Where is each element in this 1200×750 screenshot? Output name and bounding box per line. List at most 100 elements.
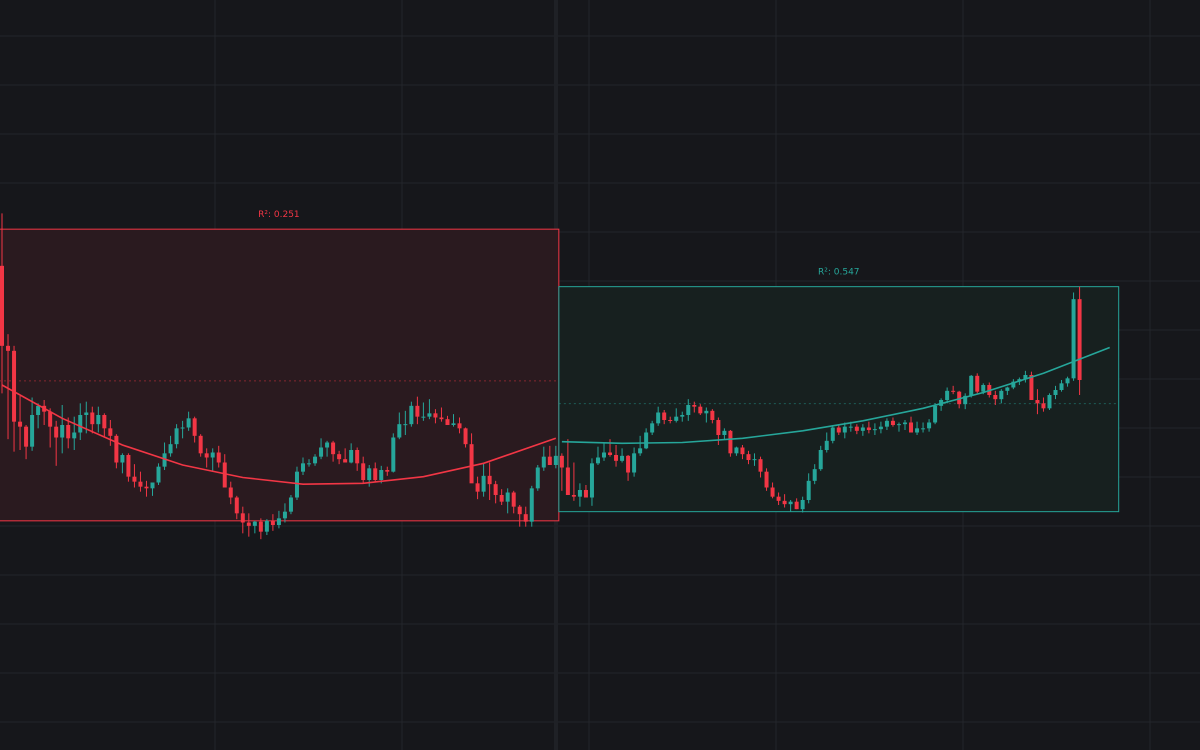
candle-body: [764, 471, 769, 488]
candle-body: [379, 470, 384, 480]
candle-body: [138, 481, 143, 487]
candle-body: [427, 413, 432, 417]
candle-body: [1005, 387, 1010, 391]
candle-body: [1041, 403, 1046, 409]
candle-body: [1053, 390, 1058, 395]
candle-body: [325, 442, 330, 448]
candle-body: [903, 422, 907, 425]
candle-body: [788, 501, 793, 505]
candle-body: [439, 417, 444, 420]
candle-body: [656, 412, 661, 424]
candle-body: [276, 518, 281, 525]
candle-body: [704, 410, 709, 414]
candle-body: [475, 483, 480, 492]
candle: [1077, 286, 1082, 395]
candle: [252, 520, 257, 534]
candle-body: [457, 423, 462, 429]
candle-body: [818, 450, 823, 470]
r2-label-right: R²: 0.547: [818, 268, 860, 278]
candle-body: [740, 447, 745, 455]
candle-body: [529, 488, 534, 522]
candle-body: [415, 405, 420, 417]
candle-body: [180, 427, 185, 429]
candle-body: [523, 514, 528, 522]
candle-body: [848, 426, 853, 428]
candle-body: [565, 467, 570, 495]
candle-body: [96, 415, 101, 425]
candle-body: [686, 405, 691, 415]
candle-body: [1029, 375, 1034, 400]
candle-body: [258, 521, 263, 532]
candle-body: [114, 435, 119, 463]
candle-body: [54, 426, 59, 438]
candle-body: [36, 405, 41, 415]
candle: [198, 434, 203, 457]
candle-body: [535, 467, 540, 489]
candle-body: [66, 425, 71, 439]
candle: [264, 519, 269, 535]
candle-body: [361, 463, 366, 480]
candle-body: [553, 455, 558, 465]
candle-body: [6, 345, 11, 351]
candle-body: [132, 476, 137, 482]
candle-body: [945, 390, 950, 400]
candle-body: [144, 486, 149, 489]
candle-body: [367, 468, 372, 480]
r2-label-left: R²: 0.251: [258, 210, 300, 220]
candle-body: [12, 350, 17, 422]
candle-body: [800, 500, 805, 510]
candle-body: [433, 413, 438, 418]
region-box-right[interactable]: [558, 286, 1120, 513]
candle-body: [156, 466, 161, 483]
candle: [529, 485, 534, 527]
candle-body: [547, 456, 552, 465]
candle-body: [1035, 400, 1040, 404]
candle-body: [993, 395, 998, 400]
candle-body: [794, 501, 799, 510]
candle-body: [307, 463, 312, 465]
candle-body: [102, 415, 107, 429]
candle-body: [710, 410, 715, 420]
candle-body: [921, 428, 926, 430]
candle-body: [30, 415, 35, 447]
candle: [764, 468, 769, 491]
candle-body: [722, 430, 727, 435]
candle-body: [282, 511, 287, 519]
candle-body: [48, 411, 53, 427]
candle-body: [770, 487, 775, 497]
candle-body: [614, 455, 619, 461]
candle-body: [680, 415, 685, 417]
candle-body: [1065, 378, 1070, 384]
candle-body: [650, 423, 655, 433]
candle-body: [752, 459, 757, 461]
candle-body: [854, 426, 859, 431]
candle-body: [90, 412, 95, 425]
candle-body: [186, 418, 191, 428]
candle-body: [204, 453, 209, 458]
candle-body: [150, 482, 155, 489]
candle-body: [18, 421, 23, 427]
candle-body: [559, 455, 564, 468]
candle-body: [872, 429, 877, 431]
candle-body: [198, 435, 203, 454]
candle: [288, 495, 293, 515]
candle-body: [210, 452, 215, 458]
candle-body: [493, 484, 498, 495]
candle-body: [240, 513, 245, 523]
candle-body: [890, 420, 895, 425]
region-box-left[interactable]: [0, 228, 560, 522]
candle-body: [824, 440, 829, 450]
candle-body: [331, 442, 336, 455]
candle-body: [337, 454, 342, 460]
candle-body: [896, 424, 901, 426]
candle-body: [776, 496, 781, 501]
candle-body: [806, 480, 811, 500]
candle-body: [72, 432, 77, 439]
candle-body: [252, 521, 257, 526]
regression-regions: [0, 228, 1120, 522]
candle-body: [674, 416, 679, 421]
candle-body: [319, 447, 324, 457]
candle-body: [174, 428, 179, 445]
candle-body: [866, 427, 871, 430]
candle-body: [294, 471, 299, 498]
